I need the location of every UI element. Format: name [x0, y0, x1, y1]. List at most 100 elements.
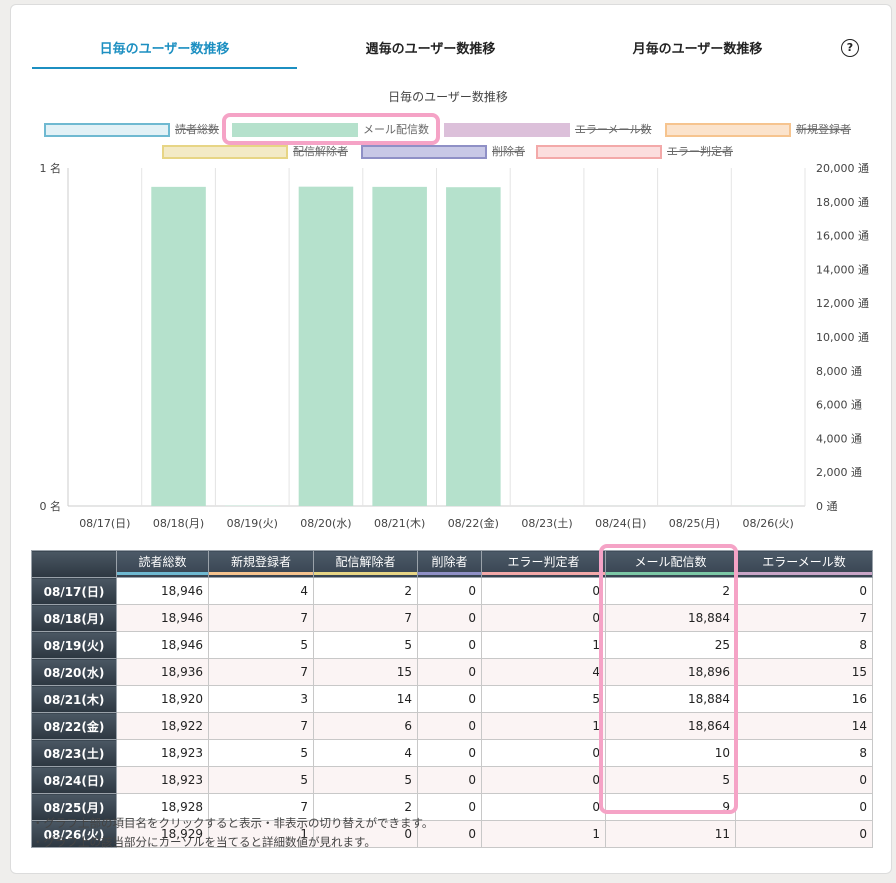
y-axis-right-labels: 0 通 2,000 通 4,000 通 6,000 通 8,000 通 10,000 通 1…: [816, 162, 869, 513]
table-row: 08/23(土) 18,923 5 4 0 0 10 8: [31, 739, 873, 767]
table-cell: 5: [481, 685, 606, 713]
x-tick-label: 08/18(月): [153, 517, 204, 530]
table-cell: 0: [735, 793, 873, 821]
column-header-error-judged: エラー判定者: [481, 550, 606, 578]
table-cell: 0: [481, 793, 606, 821]
row-date: 08/24(日): [31, 766, 117, 794]
table-cell: 18,946: [116, 631, 209, 659]
daily-users-table: 読者総数 新規登録者 配信解除者 削除者 エラー判定者 メール配信数 エラーメー…: [31, 550, 873, 848]
table-cell: 18,923: [116, 766, 209, 794]
table-cell: 0: [417, 604, 482, 632]
x-tick-label: 08/25(月): [669, 517, 720, 530]
row-date: 08/22(金): [31, 712, 117, 740]
table-cell: 1: [481, 820, 606, 848]
table-cell: 2: [313, 577, 418, 605]
table-cell: 0: [481, 739, 606, 767]
table-cell: 18,946: [116, 604, 209, 632]
table-row: 08/19(火) 18,946 5 5 0 1 25 8: [31, 631, 873, 659]
table-row: 08/18(月) 18,946 7 7 0 0 18,884 7: [31, 604, 873, 632]
table-cell: 7: [313, 604, 418, 632]
row-date: 08/17(日): [31, 577, 117, 605]
table-cell: 0: [481, 577, 606, 605]
x-tick-label: 08/19(火): [227, 517, 278, 530]
table-cell: 18,936: [116, 658, 209, 686]
bar-mail-delivered[interactable]: [151, 186, 206, 506]
x-tick-label: 08/24(日): [595, 517, 646, 530]
table-cell: 4: [313, 739, 418, 767]
y-right-tick-label: 16,000 通: [816, 230, 869, 243]
bar-mail-delivered[interactable]: [298, 186, 354, 506]
table-cell: 0: [735, 577, 873, 605]
column-highlight-box: [599, 544, 738, 814]
table-cell: 5: [313, 631, 418, 659]
y-right-tick-label: 2,000 通: [816, 466, 862, 479]
table-cell: 18,923: [116, 739, 209, 767]
table-cell: 5: [208, 739, 314, 767]
table-cell: 3: [208, 685, 314, 713]
table-cell: 18,946: [116, 577, 209, 605]
y-right-tick-label: 12,000 通: [816, 297, 869, 310]
y-right-tick-label: 4,000 通: [816, 432, 862, 445]
y-left-tick-label: 1 名: [40, 161, 62, 175]
table-corner: [31, 550, 117, 578]
table-cell: 0: [481, 766, 606, 794]
table-cell: 5: [208, 766, 314, 794]
table-cell: 15: [735, 658, 873, 686]
y-right-tick-label: 8,000 通: [816, 365, 862, 378]
table-cell: 0: [417, 658, 482, 686]
y-right-tick-label: 10,000 通: [816, 331, 869, 344]
x-tick-label: 08/22(金): [448, 516, 499, 530]
table-cell: 4: [208, 577, 314, 605]
table-cell: 16: [735, 685, 873, 713]
daily-users-chart: 08/17(日) 08/18(月) 08/19(火) 08/20(水) 08/21(木)…: [40, 161, 870, 530]
table-cell: 8: [735, 739, 873, 767]
table-cell: 1: [481, 631, 606, 659]
table-cell: 0: [417, 739, 482, 767]
bar-mail-delivered[interactable]: [446, 187, 501, 506]
column-header-new-registrations: 新規登録者: [208, 550, 314, 578]
column-header-deleted: 削除者: [417, 550, 482, 578]
usage-notes: ・グラフ上部の項目名をクリックすると表示・非表示の切り替えができます。 ・グラフ…: [32, 814, 433, 852]
table-cell: 1: [481, 712, 606, 740]
table-cell: 14: [313, 685, 418, 713]
table-cell: 5: [313, 766, 418, 794]
table-cell: 7: [735, 604, 873, 632]
row-date: 08/19(火): [31, 631, 117, 659]
table-cell: 0: [417, 577, 482, 605]
table-cell: 0: [735, 820, 873, 848]
note-line: ・グラフ上部の項目名をクリックすると表示・非表示の切り替えができます。: [32, 816, 434, 830]
table-cell: 18,920: [116, 685, 209, 713]
x-tick-label: 08/20(水): [300, 517, 351, 530]
row-date: 08/20(水): [31, 658, 117, 686]
table-cell: 8: [735, 631, 873, 659]
table-cell: 6: [313, 712, 418, 740]
y-left-tick-label: 0 名: [40, 499, 62, 513]
table-header-row: 読者総数 新規登録者 配信解除者 削除者 エラー判定者 メール配信数 エラーメー…: [31, 550, 873, 578]
table-row: 08/17(日) 18,946 4 2 0 0 2 0: [31, 577, 873, 605]
column-header-error-mail: エラーメール数: [735, 550, 873, 578]
table-row: 08/22(金) 18,922 7 6 0 1 18,864 14: [31, 712, 873, 740]
table-cell: 0: [417, 766, 482, 794]
y-right-tick-label: 18,000 通: [816, 196, 869, 209]
column-header-readers-total: 読者総数: [116, 550, 209, 578]
table-cell: 5: [208, 631, 314, 659]
y-right-tick-label: 20,000 通: [816, 162, 869, 175]
table-cell: 0: [735, 766, 873, 794]
table-cell: 11: [605, 820, 736, 848]
bar-mail-delivered[interactable]: [372, 186, 427, 506]
table-cell: 14: [735, 712, 873, 740]
table-body: 08/17(日) 18,946 4 2 0 0 2 0 08/18(月) 18,946 7 7 0 0 18…: [31, 577, 873, 848]
y-right-tick-label: 0 通: [816, 500, 838, 513]
row-date: 08/23(土): [31, 739, 117, 767]
table-row: 08/21(木) 18,920 3 14 0 5 18,884 16: [31, 685, 873, 713]
table-cell: 4: [481, 658, 606, 686]
y-right-tick-label: 6,000 通: [816, 399, 862, 412]
row-date: 08/18(月): [31, 604, 117, 632]
table-cell: 0: [417, 631, 482, 659]
x-tick-label: 08/21(木): [374, 517, 425, 530]
table-cell: 0: [417, 712, 482, 740]
note-line: ・グラフ上の該当部分にカーソルを当てると詳細数値が見れます。: [32, 835, 376, 849]
y-right-tick-label: 14,000 通: [816, 263, 869, 276]
row-date: 08/21(木): [31, 685, 117, 713]
x-tick-label: 08/23(土): [521, 517, 572, 530]
